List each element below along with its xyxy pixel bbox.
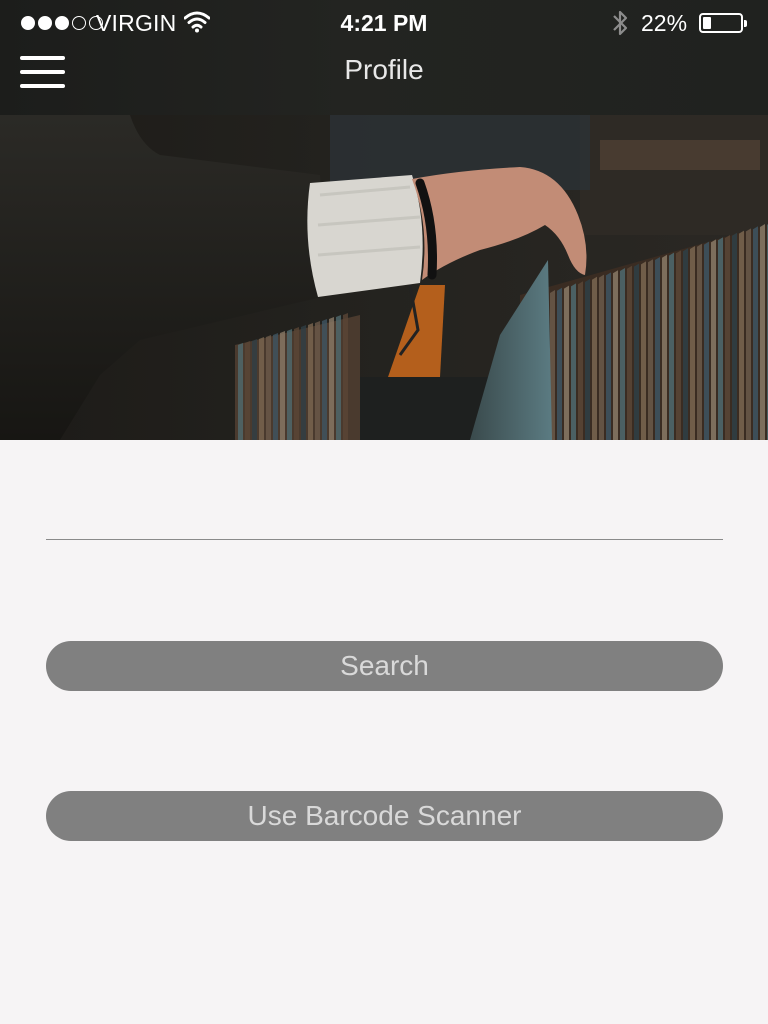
status-bar: VIRGIN 4:21 PM 22%	[0, 0, 768, 46]
bluetooth-icon	[613, 10, 628, 36]
search-button[interactable]: Search	[46, 641, 723, 691]
barcode-scanner-button[interactable]: Use Barcode Scanner	[46, 791, 723, 841]
hero-image	[0, 115, 768, 440]
record-crates-photo	[0, 115, 768, 440]
battery-percent: 22%	[641, 10, 688, 36]
search-input[interactable]	[46, 500, 723, 540]
header: VIRGIN 4:21 PM 22% Profile	[0, 0, 768, 115]
navigation-bar: Profile	[0, 46, 768, 115]
battery-icon	[699, 13, 747, 33]
page-title: Profile	[344, 54, 424, 85]
